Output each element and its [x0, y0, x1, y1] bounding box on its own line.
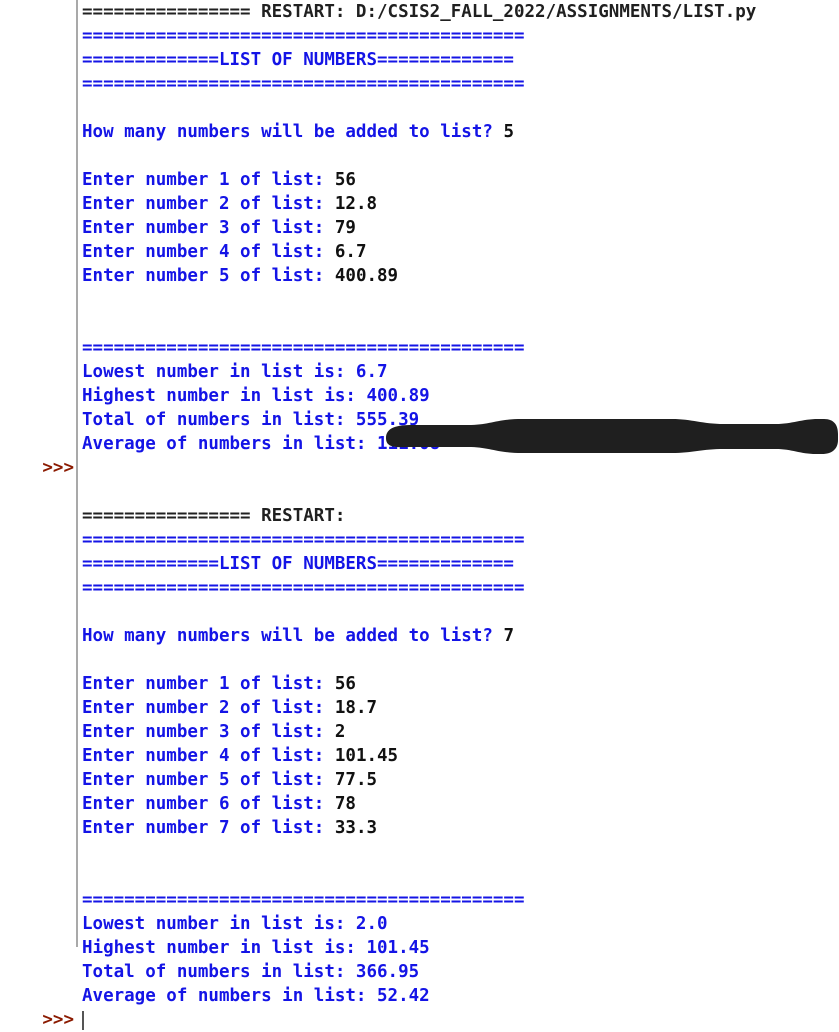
- console-line-howmany-2: How many numbers will be added to list? …: [0, 624, 839, 648]
- console-line-blank-5: [0, 480, 839, 504]
- console-line-average-1: Average of numbers in list: 111.08: [0, 432, 839, 456]
- console-line-blank-1: [0, 96, 839, 120]
- console-line-lowest-2: Lowest number in list is: 2.0: [0, 912, 839, 936]
- console-line-highest-1: Highest number in list is: 400.89: [0, 384, 839, 408]
- program-output-text: Total of numbers in list: 366.95: [82, 962, 420, 982]
- user-input-value: 5: [503, 122, 514, 142]
- console-line-howmany-1: How many numbers will be added to list? …: [0, 120, 839, 144]
- console-line-sep-2a: ========================================…: [0, 528, 839, 552]
- program-output-text: ========================================…: [82, 338, 525, 358]
- text-cursor: [82, 1011, 84, 1030]
- console-line-blank-7: [0, 648, 839, 672]
- program-output-text: Enter number 2 of list:: [82, 194, 335, 214]
- program-output-text: Lowest number in list is: 6.7: [82, 362, 388, 382]
- user-input-value: 2: [334, 722, 346, 742]
- console-line-sep-2b: ========================================…: [0, 576, 839, 600]
- console-line-entry-2-7: Enter number 7 of list: 33.3: [0, 816, 839, 840]
- program-output-text: Highest number in list is: 400.89: [82, 386, 430, 406]
- console-line-restart-line-top: ================ RESTART: D:/CSIS2_FALL_…: [0, 0, 839, 24]
- program-output-text: Enter number 1 of list:: [82, 674, 335, 694]
- program-output-text: ========================================…: [82, 890, 525, 910]
- console-line-blank-4: [0, 312, 839, 336]
- program-output-text: Lowest number in list is: 2.0: [82, 914, 388, 934]
- idle-shell-window: ================ RESTART: D:/CSIS2_FALL_…: [0, 0, 839, 1030]
- program-output-text: Enter number 7 of list:: [82, 818, 335, 838]
- program-output-text: ========================================…: [82, 578, 525, 598]
- console-line-entry-2-4: Enter number 4 of list: 101.45: [0, 744, 839, 768]
- program-output-text: ========================================…: [82, 26, 525, 46]
- console-line-title-1: =============LIST OF NUMBERS============…: [0, 48, 839, 72]
- program-output-text: Average of numbers in list: 111.08: [82, 434, 441, 454]
- console-line-entry-1-5: Enter number 5 of list: 400.89: [0, 264, 839, 288]
- console-line-sep-2c: ========================================…: [0, 888, 839, 912]
- user-input-value: 77.5: [334, 770, 378, 790]
- console-line-entry-2-6: Enter number 6 of list: 78: [0, 792, 839, 816]
- console-line-blank-8: [0, 840, 839, 864]
- program-output-text: Enter number 3 of list:: [82, 218, 335, 238]
- console-line-entry-1-3: Enter number 3 of list: 79: [0, 216, 839, 240]
- console-line-entry-2-3: Enter number 3 of list: 2: [0, 720, 839, 744]
- console-line-entry-1-1: Enter number 1 of list: 56: [0, 168, 839, 192]
- program-output-text: ========================================…: [82, 74, 525, 94]
- user-input-value: 400.89: [334, 266, 399, 286]
- console-line-blank-2: [0, 144, 839, 168]
- program-output-text: ========================================…: [82, 530, 525, 550]
- program-output-text: Enter number 5 of list:: [82, 266, 335, 286]
- program-output-text: =============LIST OF NUMBERS============…: [82, 554, 514, 574]
- user-input-value: 56: [334, 674, 356, 694]
- console-output-area[interactable]: ================ RESTART: D:/CSIS2_FALL_…: [0, 0, 839, 1030]
- program-output-text: How many numbers will be added to list?: [82, 626, 504, 646]
- program-output-text: Highest number in list is: 101.45: [82, 938, 430, 958]
- program-output-text: Total of numbers in list: 555.39: [82, 410, 420, 430]
- user-input-value: 101.45: [334, 746, 399, 766]
- console-line-lowest-1: Lowest number in list is: 6.7: [0, 360, 839, 384]
- console-line-title-2: =============LIST OF NUMBERS============…: [0, 552, 839, 576]
- user-input-value: 18.7: [334, 698, 378, 718]
- console-line-restart-line-mid: ================ RESTART:: [0, 504, 839, 528]
- console-line-prompt-2: >>>: [0, 1008, 839, 1032]
- console-line-average-2: Average of numbers in list: 52.42: [0, 984, 839, 1008]
- user-input-value: 78: [334, 794, 356, 814]
- program-output-text: ================ RESTART: D:/CSIS2_FALL_…: [82, 2, 757, 22]
- program-output-text: Enter number 6 of list:: [82, 794, 335, 814]
- program-output-text: Enter number 4 of list:: [82, 746, 335, 766]
- console-line-entry-1-4: Enter number 4 of list: 6.7: [0, 240, 839, 264]
- console-line-entry-2-1: Enter number 1 of list: 56: [0, 672, 839, 696]
- console-line-blank-9: [0, 864, 839, 888]
- console-line-sep-1c: ========================================…: [0, 336, 839, 360]
- console-line-entry-1-2: Enter number 2 of list: 12.8: [0, 192, 839, 216]
- console-line-sep-1a: ========================================…: [0, 24, 839, 48]
- program-output-text: Enter number 3 of list:: [82, 722, 335, 742]
- user-input-value: 6.7: [334, 242, 367, 262]
- console-line-entry-2-2: Enter number 2 of list: 18.7: [0, 696, 839, 720]
- user-input-value: 33.3: [334, 818, 378, 838]
- program-output-text: =============LIST OF NUMBERS============…: [82, 50, 514, 70]
- console-line-sep-1b: ========================================…: [0, 72, 839, 96]
- console-line-highest-2: Highest number in list is: 101.45: [0, 936, 839, 960]
- program-output-text: How many numbers will be added to list?: [82, 122, 504, 142]
- console-line-total-1: Total of numbers in list: 555.39: [0, 408, 839, 432]
- console-line-total-2: Total of numbers in list: 366.95: [0, 960, 839, 984]
- shell-prompt: >>>: [42, 1010, 74, 1030]
- program-output-text: Enter number 5 of list:: [82, 770, 335, 790]
- user-input-value: 56: [334, 170, 356, 190]
- program-output-text: Enter number 2 of list:: [82, 698, 335, 718]
- console-line-prompt-1: >>>: [0, 456, 839, 480]
- user-input-value: 12.8: [334, 194, 378, 214]
- user-input-value: 79: [334, 218, 356, 238]
- shell-prompt: >>>: [42, 458, 74, 478]
- console-line-blank-6: [0, 600, 839, 624]
- program-output-text: ================ RESTART:: [82, 506, 356, 526]
- console-line-entry-2-5: Enter number 5 of list: 77.5: [0, 768, 839, 792]
- user-input-value: 7: [503, 626, 514, 646]
- program-output-text: Average of numbers in list: 52.42: [82, 986, 430, 1006]
- console-line-blank-3: [0, 288, 839, 312]
- program-output-text: Enter number 4 of list:: [82, 242, 335, 262]
- program-output-text: Enter number 1 of list:: [82, 170, 335, 190]
